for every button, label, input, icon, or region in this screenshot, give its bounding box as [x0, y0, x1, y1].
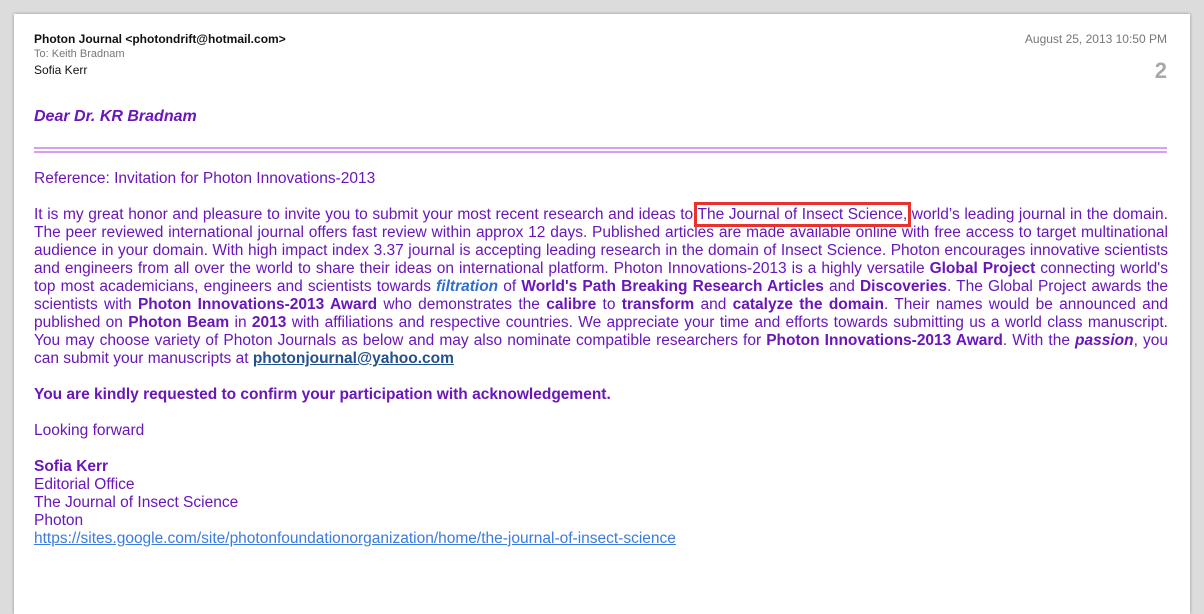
email-page: Photon Journal <photondrift@hotmail.com>… [14, 14, 1190, 614]
divider [34, 151, 1167, 153]
email-body: Reference: Invitation for Photon Innovat… [34, 170, 1168, 548]
text: of [498, 278, 522, 295]
bold-text: Global Project [929, 260, 1036, 277]
bold-text: catalyze the domain [732, 296, 884, 313]
text: in [229, 314, 252, 331]
reference-line: Reference: Invitation for Photon Innovat… [34, 170, 376, 187]
divider [34, 147, 1167, 149]
invitation-paragraph: It is my great honor and pleasure to inv… [34, 202, 1168, 368]
closing-line: Looking forward [34, 422, 145, 439]
confirm-request: You are kindly requested to confirm your… [34, 386, 611, 403]
signature-line: Editorial Office [34, 476, 135, 493]
email-link[interactable]: photonjournal@yahoo.com [253, 350, 454, 367]
bold-text: Photon Innovations-2013 Award [137, 296, 378, 313]
signature-line: The Journal of Insect Science [34, 494, 239, 511]
recipient-to: To: Keith Bradnam [34, 48, 125, 60]
signature-name: Sofia Kerr [34, 458, 109, 475]
bold-text: transform [621, 296, 695, 313]
timestamp: August 25, 2013 10:50 PM [1024, 32, 1167, 46]
text: and [823, 278, 860, 295]
bold-text: calibre [546, 296, 597, 313]
text: . With the [1002, 332, 1076, 349]
text: and [694, 296, 733, 313]
bold-text: Discoveries [859, 278, 948, 295]
recipient-cc: Sofia Kerr [34, 63, 88, 77]
text: It is my great honor and pleasure to inv… [34, 206, 698, 223]
greeting: Dear Dr. KR Bradnam [34, 108, 197, 125]
bold-text: Photon Beam [128, 314, 230, 331]
bold-text: Photon Innovations-2013 Award [766, 332, 1003, 349]
emphasis-text: passion [1075, 332, 1134, 349]
signature-line: Photon [34, 512, 84, 529]
text: to [596, 296, 622, 313]
page-number: 2 [1154, 58, 1167, 83]
bold-text: 2013 [251, 314, 287, 331]
bold-text: World's Path Breaking Research Articles [521, 278, 824, 295]
emphasis-text: filtration [436, 278, 499, 295]
sender: Photon Journal <photondrift@hotmail.com> [34, 32, 286, 46]
journal-name-highlight: The Journal of Insect Science, [693, 202, 912, 227]
website-link[interactable]: https://sites.google.com/site/photonfoun… [34, 530, 676, 547]
text: who demonstrates the [377, 296, 547, 313]
